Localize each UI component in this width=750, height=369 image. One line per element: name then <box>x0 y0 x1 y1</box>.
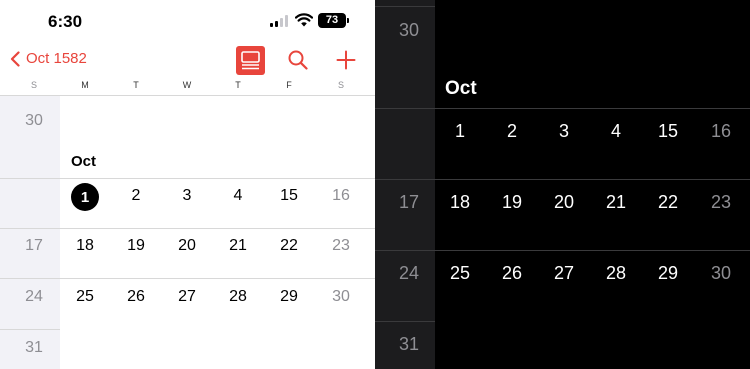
day-cell[interactable]: 26 <box>121 288 151 306</box>
wifi-icon <box>295 13 313 27</box>
calendar-dark-view: 30 Oct 1 2 3 4 15 16 17 18 19 20 21 22 2… <box>375 0 750 369</box>
calendar-light-view: 6:30 73 Oct 1582 S M T W T F S 30 Oct 1 … <box>0 0 375 369</box>
week-separator <box>375 250 750 251</box>
day-cell[interactable]: 22 <box>651 192 685 213</box>
day-cell[interactable]: 30 <box>704 263 738 284</box>
week-separator <box>0 178 60 179</box>
day-cell[interactable]: 3 <box>172 187 202 205</box>
day-cell[interactable]: 24 <box>19 288 49 306</box>
status-time: 6:30 <box>48 12 83 31</box>
day-cell[interactable]: 17 <box>19 237 49 255</box>
day-cell[interactable]: 17 <box>392 192 426 213</box>
day-cell[interactable]: 31 <box>392 334 426 355</box>
weekday-sun: S <box>30 80 37 90</box>
week-separator <box>0 228 375 229</box>
day-cell[interactable]: 3 <box>547 121 581 142</box>
list-view-icon <box>241 51 260 70</box>
navigation-bar: Oct 1582 <box>0 42 375 78</box>
battery-tip <box>347 18 349 23</box>
day-cell[interactable]: 21 <box>599 192 633 213</box>
week-separator <box>375 179 750 180</box>
day-cell[interactable]: 20 <box>547 192 581 213</box>
week-separator <box>0 278 375 279</box>
list-view-button[interactable] <box>236 46 265 75</box>
day-cell[interactable]: 4 <box>599 121 633 142</box>
day-cell[interactable]: 1 <box>443 121 477 142</box>
status-bar: 6:30 73 <box>0 0 375 42</box>
day-cell[interactable]: 26 <box>495 263 529 284</box>
day-cell[interactable]: 30 <box>326 288 356 306</box>
day-cell[interactable]: 29 <box>651 263 685 284</box>
battery-indicator: 73 <box>318 13 346 28</box>
day-cell[interactable]: 23 <box>326 237 356 255</box>
day-cell[interactable]: 22 <box>274 237 304 255</box>
day-cell[interactable]: 25 <box>70 288 100 306</box>
search-icon[interactable] <box>288 50 308 70</box>
month-label: Oct <box>445 78 477 99</box>
back-button-label: Oct 1582 <box>26 50 87 67</box>
day-cell[interactable]: 24 <box>392 263 426 284</box>
day-cell[interactable]: 25 <box>443 263 477 284</box>
day-cell[interactable]: 4 <box>223 187 253 205</box>
day-cell[interactable]: 30 <box>19 112 49 130</box>
day-cell[interactable]: 31 <box>19 339 49 357</box>
today-day-number: 1 <box>80 188 90 206</box>
day-cell[interactable]: 20 <box>172 237 202 255</box>
weekday-tue: T <box>133 80 139 90</box>
weekday-thu: T <box>235 80 241 90</box>
day-cell[interactable]: 19 <box>121 237 151 255</box>
today-indicator[interactable]: 1 <box>71 183 99 211</box>
day-cell[interactable]: 23 <box>704 192 738 213</box>
day-cell[interactable]: 30 <box>392 20 426 41</box>
weekday-mon: M <box>81 80 89 90</box>
weekday-fri: F <box>286 80 292 90</box>
sunday-column <box>375 0 435 369</box>
day-cell[interactable]: 15 <box>651 121 685 142</box>
day-cell[interactable]: 16 <box>704 121 738 142</box>
weekday-sat: S <box>337 80 344 90</box>
day-cell[interactable]: 29 <box>274 288 304 306</box>
day-cell[interactable]: 2 <box>495 121 529 142</box>
day-cell[interactable]: 28 <box>223 288 253 306</box>
back-button[interactable]: Oct 1582 <box>10 50 87 67</box>
day-cell[interactable]: 15 <box>274 187 304 205</box>
week-separator <box>375 108 435 109</box>
day-cell[interactable]: 16 <box>326 187 356 205</box>
day-cell[interactable]: 21 <box>223 237 253 255</box>
month-label: Oct <box>71 153 97 170</box>
chevron-left-icon <box>10 50 20 67</box>
add-event-icon[interactable] <box>336 50 356 70</box>
day-cell[interactable]: 27 <box>172 288 202 306</box>
week-separator <box>375 6 435 7</box>
day-cell[interactable]: 18 <box>443 192 477 213</box>
month-separator <box>435 108 750 109</box>
month-separator <box>60 178 375 179</box>
week-separator <box>0 329 60 330</box>
day-cell[interactable]: 18 <box>70 237 100 255</box>
day-cell[interactable]: 27 <box>547 263 581 284</box>
day-cell[interactable]: 19 <box>495 192 529 213</box>
cellular-signal-icon <box>270 15 289 27</box>
day-cell[interactable]: 28 <box>599 263 633 284</box>
week-separator <box>375 321 435 322</box>
day-cell[interactable]: 2 <box>121 187 151 205</box>
weekday-header: S M T W T F S <box>0 80 375 95</box>
weekday-wed: W <box>182 80 192 90</box>
